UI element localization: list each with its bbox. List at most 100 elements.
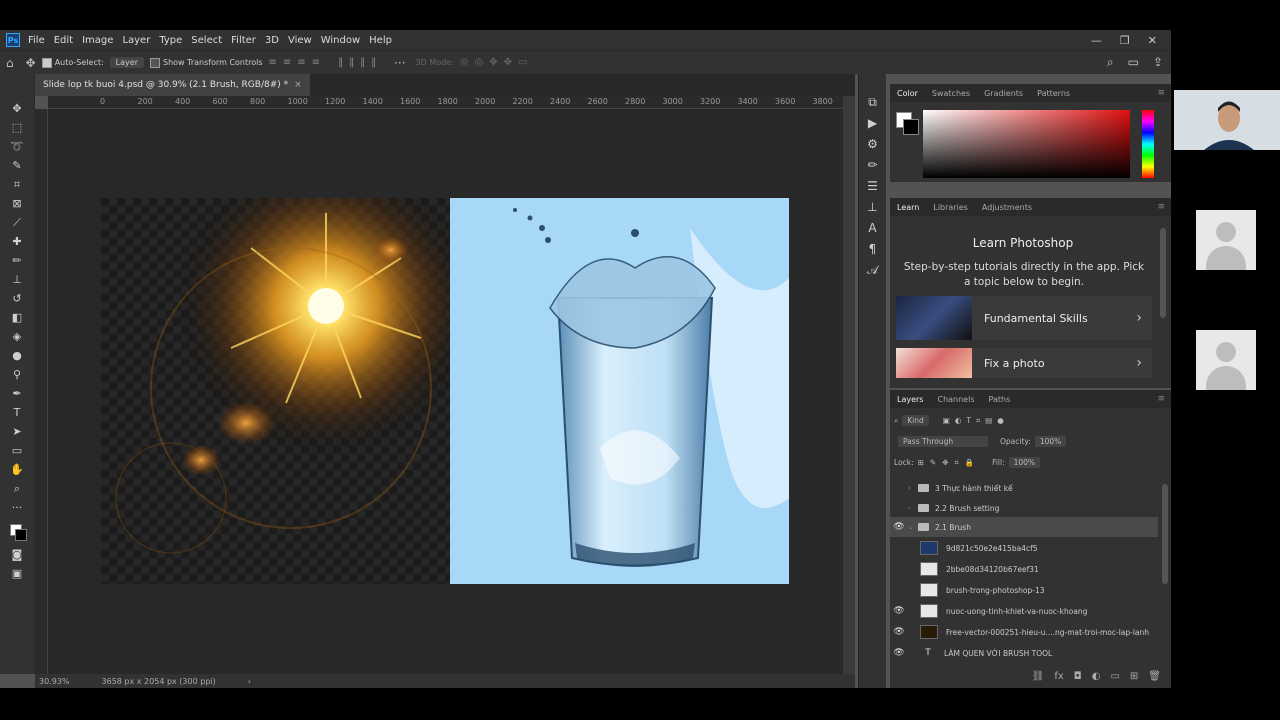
- more-icon[interactable]: ···: [394, 56, 405, 70]
- menu-view[interactable]: View: [288, 35, 312, 46]
- tab-learn[interactable]: Learn: [890, 203, 926, 212]
- rectangle-tool-icon[interactable]: ▭: [7, 442, 27, 459]
- layer-row[interactable]: › 3 Thực hành thiết kế: [890, 478, 1158, 498]
- new-group-icon[interactable]: ▭: [1110, 671, 1119, 682]
- screen-mode-icon[interactable]: ▣: [7, 565, 27, 582]
- tab-swatches[interactable]: Swatches: [925, 89, 977, 98]
- collapse-caret-icon[interactable]: ⌄: [908, 523, 918, 531]
- type-tool-icon[interactable]: T: [7, 404, 27, 421]
- transform-controls-checkbox[interactable]: [149, 57, 160, 68]
- panel-menu-icon[interactable]: ≡: [1157, 394, 1165, 404]
- path-select-tool-icon[interactable]: ➤: [7, 423, 27, 440]
- marquee-tool-icon[interactable]: ⬚: [7, 119, 27, 136]
- filter-type-icons[interactable]: ▣◐T⌗▤●: [943, 416, 1009, 426]
- color-swatches[interactable]: [8, 522, 27, 541]
- panel-menu-icon[interactable]: ≡: [1157, 202, 1165, 212]
- adjustment-layer-icon[interactable]: ◐: [1092, 671, 1101, 682]
- lasso-tool-icon[interactable]: ➰: [7, 138, 27, 155]
- move-tool-icon[interactable]: ✥: [26, 56, 36, 70]
- tab-color[interactable]: Color: [890, 89, 925, 98]
- color-picker-field[interactable]: [923, 110, 1130, 178]
- menu-edit[interactable]: Edit: [54, 35, 73, 46]
- layer-row[interactable]: 👁 nuoc-uong-tinh-khiet-va-nuoc-khoang: [890, 601, 1158, 621]
- eye-icon[interactable]: 👁: [890, 606, 908, 616]
- blur-tool-icon[interactable]: ●: [7, 347, 27, 364]
- layer-row[interactable]: › 2.2 Brush setting: [890, 498, 1158, 518]
- healing-tool-icon[interactable]: ✚: [7, 233, 27, 250]
- close-tab-icon[interactable]: ×: [294, 80, 302, 90]
- minimize-button[interactable]: —: [1091, 34, 1102, 47]
- layer-row[interactable]: brush-trong-photoshop-13: [890, 580, 1188, 600]
- panel-menu-icon[interactable]: ≡: [1157, 88, 1165, 98]
- dodge-tool-icon[interactable]: ⚲: [7, 366, 27, 383]
- home-icon[interactable]: ⌂: [6, 56, 14, 70]
- menu-layer[interactable]: Layer: [122, 35, 150, 46]
- background-swatch[interactable]: [903, 119, 919, 135]
- blend-mode-dropdown[interactable]: Pass Through: [898, 436, 988, 447]
- adjust-panel-icon[interactable]: ☰: [867, 176, 878, 197]
- edit-toolbar-icon[interactable]: ···: [7, 499, 27, 516]
- move-tool-icon[interactable]: ✥: [7, 100, 27, 117]
- quick-mask-icon[interactable]: ◙: [7, 546, 27, 563]
- zoom-tool-icon[interactable]: ⌕: [7, 480, 27, 497]
- hand-tool-icon[interactable]: ✋: [7, 461, 27, 478]
- menu-type[interactable]: Type: [159, 35, 182, 46]
- align-icons[interactable]: ≡≡≡≡: [269, 57, 327, 68]
- trash-icon[interactable]: 🗑: [1148, 671, 1161, 682]
- layer-row[interactable]: 👁 T LÀM QUEN VỚI BRUSH TOOL: [890, 643, 1158, 663]
- new-layer-icon[interactable]: ⊞: [1130, 671, 1138, 682]
- stamp-tool-icon[interactable]: ⊥: [7, 271, 27, 288]
- close-button[interactable]: ✕: [1148, 34, 1157, 47]
- history-brush-tool-icon[interactable]: ↺: [7, 290, 27, 307]
- layer-row[interactable]: 2bbe08d34120b67eef31: [890, 559, 1188, 579]
- lock-icons[interactable]: ⊞✎✥⌗🔒: [918, 458, 980, 468]
- tab-channels[interactable]: Channels: [930, 395, 981, 404]
- menu-file[interactable]: File: [28, 35, 45, 46]
- menu-filter[interactable]: Filter: [231, 35, 256, 46]
- eye-icon[interactable]: 👁: [890, 522, 908, 532]
- layers-scrollbar[interactable]: [1162, 484, 1168, 584]
- actions-panel-icon[interactable]: ▶: [868, 113, 877, 134]
- menu-image[interactable]: Image: [82, 35, 113, 46]
- fx-icon[interactable]: fx: [1054, 671, 1063, 682]
- learn-card-fix-a-photo[interactable]: Fix a photo ›: [896, 348, 1152, 378]
- tab-gradients[interactable]: Gradients: [977, 89, 1030, 98]
- layer-row-selected[interactable]: 👁 ⌄ 2.1 Brush: [890, 517, 1158, 537]
- eye-icon[interactable]: 👁: [890, 627, 908, 637]
- color-panel-swatches[interactable]: [896, 112, 919, 135]
- menu-window[interactable]: Window: [321, 35, 360, 46]
- eye-icon[interactable]: 👁: [890, 648, 908, 658]
- history-panel-icon[interactable]: ⧉: [868, 92, 877, 113]
- eraser-tool-icon[interactable]: ◧: [7, 309, 27, 326]
- crop-tool-icon[interactable]: ⌗: [7, 176, 27, 193]
- tab-adjustments[interactable]: Adjustments: [975, 203, 1039, 212]
- paint-bucket-tool-icon[interactable]: ◈: [7, 328, 27, 345]
- zoom-level[interactable]: 30.93%: [39, 677, 70, 686]
- link-layers-icon[interactable]: ⛓: [1032, 671, 1045, 682]
- brush-settings-icon[interactable]: ✏: [867, 155, 877, 176]
- add-mask-icon[interactable]: ◘: [1074, 671, 1082, 682]
- expand-caret-icon[interactable]: ›: [908, 504, 918, 512]
- document-canvas[interactable]: [101, 198, 789, 584]
- auto-select-checkbox[interactable]: [41, 57, 52, 68]
- search-icon[interactable]: ⌕: [1107, 55, 1114, 70]
- tab-patterns[interactable]: Patterns: [1030, 89, 1077, 98]
- tab-paths[interactable]: Paths: [982, 395, 1018, 404]
- expand-caret-icon[interactable]: ›: [908, 484, 918, 492]
- auto-select-dropdown[interactable]: Layer: [109, 57, 144, 68]
- tab-layers[interactable]: Layers: [890, 395, 930, 404]
- distribute-icons[interactable]: ‖‖‖‖: [338, 57, 382, 68]
- menu-help[interactable]: Help: [369, 35, 392, 46]
- layer-row[interactable]: 9d821c50e2e415ba4cf5: [890, 538, 1188, 558]
- background-color-swatch[interactable]: [15, 529, 27, 541]
- clone-source-icon[interactable]: ⊥: [867, 197, 877, 218]
- status-arrow[interactable]: ›: [248, 677, 251, 686]
- canvas-vertical-scrollbar[interactable]: [843, 96, 855, 674]
- fill-input[interactable]: 100%: [1008, 457, 1041, 468]
- canvas-area[interactable]: [48, 109, 843, 674]
- opacity-input[interactable]: 100%: [1034, 436, 1067, 447]
- restore-button[interactable]: ❐: [1120, 34, 1130, 47]
- menu-select[interactable]: Select: [191, 35, 222, 46]
- character-panel-icon[interactable]: A: [868, 218, 876, 239]
- quick-select-tool-icon[interactable]: ✎: [7, 157, 27, 174]
